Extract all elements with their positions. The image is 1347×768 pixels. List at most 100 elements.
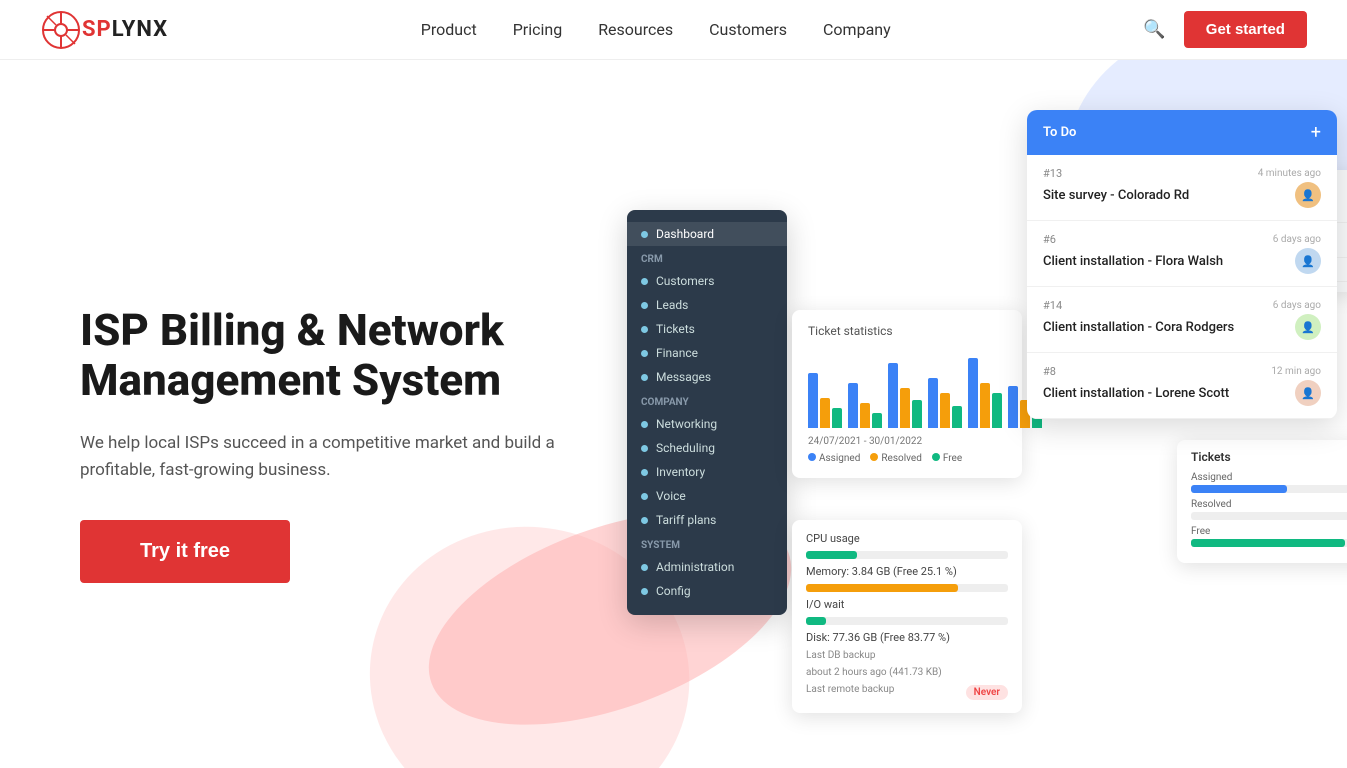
sidebar-dot	[641, 469, 648, 476]
disk-row: Disk: 77.36 GB (Free 83.77 %)	[806, 631, 1008, 644]
tasks-header-title: To Do	[1043, 125, 1076, 140]
legend-label: Resolved	[870, 453, 921, 464]
sidebar-dot	[641, 278, 648, 285]
plus-icon[interactable]: +	[1311, 122, 1321, 143]
task-avatar-2: 👤	[1295, 248, 1321, 274]
last-db-row: Last DB backup	[806, 650, 1008, 661]
sidebar-admin-item[interactable]: Administration	[627, 555, 787, 579]
nav-item-pricing[interactable]: Pricing	[513, 20, 563, 39]
navbar: SPLYNX Product Pricing Resources Custome…	[0, 0, 1347, 60]
get-started-button[interactable]: Get started	[1184, 11, 1307, 48]
sidebar-tickets-item[interactable]: Tickets	[627, 317, 787, 341]
sidebar-dot	[641, 493, 648, 500]
legend-label: Assigned	[808, 453, 860, 464]
sidebar-tariff-item[interactable]: Tariff plans	[627, 508, 787, 532]
task-avatar-1: 👤	[1295, 182, 1321, 208]
sidebar-leads-item[interactable]: Leads	[627, 293, 787, 317]
sidebar-finance-item[interactable]: Finance	[627, 341, 787, 365]
bar-green-4	[952, 406, 962, 428]
bar-blue-4	[928, 378, 938, 428]
bar-yellow-2	[860, 403, 870, 428]
tickets-panel: Tickets Assigned 0.50 % Resolved 0.00 %	[1177, 440, 1347, 563]
progress-label-1: Assigned	[1191, 472, 1232, 483]
try-free-button[interactable]: Try it free	[80, 520, 290, 583]
progress-row-3: Free	[1191, 526, 1347, 547]
dashboard-mockup: Dashboard CRM Customers Leads Tickets Fi…	[597, 90, 1347, 768]
sidebar-config-item[interactable]: Config	[627, 579, 787, 603]
bar-green-1	[832, 408, 842, 428]
logo-icon	[40, 9, 82, 51]
last-remote-row: Last remote backup	[806, 684, 894, 695]
sidebar-crm-section: CRM	[627, 246, 787, 269]
sidebar-dot	[641, 564, 648, 571]
sidebar-dashboard-item[interactable]: Dashboard	[627, 222, 787, 246]
task-time-3: 6 days ago	[1273, 300, 1321, 311]
task-id-3: #14	[1043, 299, 1062, 312]
task-id-1: #13	[1043, 167, 1062, 180]
bar-blue-5	[968, 358, 978, 428]
nav-links: Product Pricing Resources Customers Comp…	[421, 20, 891, 39]
io-bar	[806, 617, 1008, 625]
bar-green-5	[992, 393, 1002, 428]
nav-item-customers[interactable]: Customers	[709, 20, 787, 39]
sidebar-dot	[641, 445, 648, 452]
task-item-2: #6 6 days ago Client installation - Flor…	[1027, 221, 1337, 287]
sidebar-scheduling-item[interactable]: Scheduling	[627, 436, 787, 460]
sidebar-dot	[641, 517, 648, 524]
task-id-4: #8	[1043, 365, 1056, 378]
task-id-2: #6	[1043, 233, 1056, 246]
task-item-4: #8 12 min ago Client installation - Lore…	[1027, 353, 1337, 419]
bar-green-3	[912, 400, 922, 428]
bar-yellow-4	[940, 393, 950, 428]
logo-text: SPLYNX	[82, 17, 168, 42]
date-range: 24/07/2021 - 30/01/2022	[808, 436, 1006, 447]
tasks-panel: To Do + #13 4 minutes ago Site survey - …	[1027, 110, 1337, 419]
progress-label-2: Resolved	[1191, 499, 1231, 510]
bar-chart	[808, 348, 1006, 428]
nav-item-company[interactable]: Company	[823, 20, 891, 39]
progress-fill-1	[1191, 485, 1287, 493]
task-avatar-4: 👤	[1295, 380, 1321, 406]
sidebar-networking-item[interactable]: Networking	[627, 412, 787, 436]
task-avatar-3: 👤	[1295, 314, 1321, 340]
task-name-2: Client installation - Flora Walsh	[1043, 254, 1223, 269]
nav-right: 🔍 Get started	[1143, 11, 1307, 48]
memory-bar	[806, 584, 1008, 592]
never-badge: Never	[966, 685, 1008, 700]
memory-bar-fill	[806, 584, 958, 592]
sidebar-company-section: COMPANY	[627, 389, 787, 412]
legend-label: Free	[932, 453, 962, 464]
nav-item-product[interactable]: Product	[421, 20, 477, 39]
last-remote-container: Last remote backup Never	[806, 684, 1008, 701]
task-item-1: #13 4 minutes ago Site survey - Colorado…	[1027, 155, 1337, 221]
sidebar-dot	[641, 326, 648, 333]
hero-title: ISP Billing & Network Management System	[80, 305, 580, 406]
tickets-panel-title: Tickets	[1191, 450, 1347, 464]
sidebar-messages-item[interactable]: Messages	[627, 365, 787, 389]
sidebar-dot	[641, 350, 648, 357]
io-bar-fill	[806, 617, 826, 625]
task-time-1: 4 minutes ago	[1258, 168, 1321, 179]
sidebar-panel: Dashboard CRM Customers Leads Tickets Fi…	[627, 210, 787, 615]
memory-row: Memory: 3.84 GB (Free 25.1 %)	[806, 565, 1008, 578]
nav-item-resources[interactable]: Resources	[598, 20, 673, 39]
task-time-4: 12 min ago	[1271, 366, 1321, 377]
bar-blue-6	[1008, 386, 1018, 428]
task-item-3: #14 6 days ago Client installation - Cor…	[1027, 287, 1337, 353]
sidebar-inventory-item[interactable]: Inventory	[627, 460, 787, 484]
search-button[interactable]: 🔍	[1143, 19, 1165, 40]
hero-section: ISP Billing & Network Management System …	[0, 60, 1347, 768]
progress-fill-3	[1191, 539, 1345, 547]
sidebar-dot	[641, 302, 648, 309]
sidebar-customers-item[interactable]: Customers	[627, 269, 787, 293]
sidebar-voice-item[interactable]: Voice	[627, 484, 787, 508]
task-name-4: Client installation - Lorene Scott	[1043, 386, 1229, 401]
cpu-bar	[806, 551, 1008, 559]
progress-bar-3	[1191, 539, 1347, 547]
sidebar-dot	[641, 231, 648, 238]
sidebar-dot	[641, 588, 648, 595]
progress-row-1: Assigned 0.50 %	[1191, 472, 1347, 493]
logo[interactable]: SPLYNX	[40, 9, 168, 51]
bar-blue-2	[848, 383, 858, 428]
cpu-bar-fill	[806, 551, 857, 559]
